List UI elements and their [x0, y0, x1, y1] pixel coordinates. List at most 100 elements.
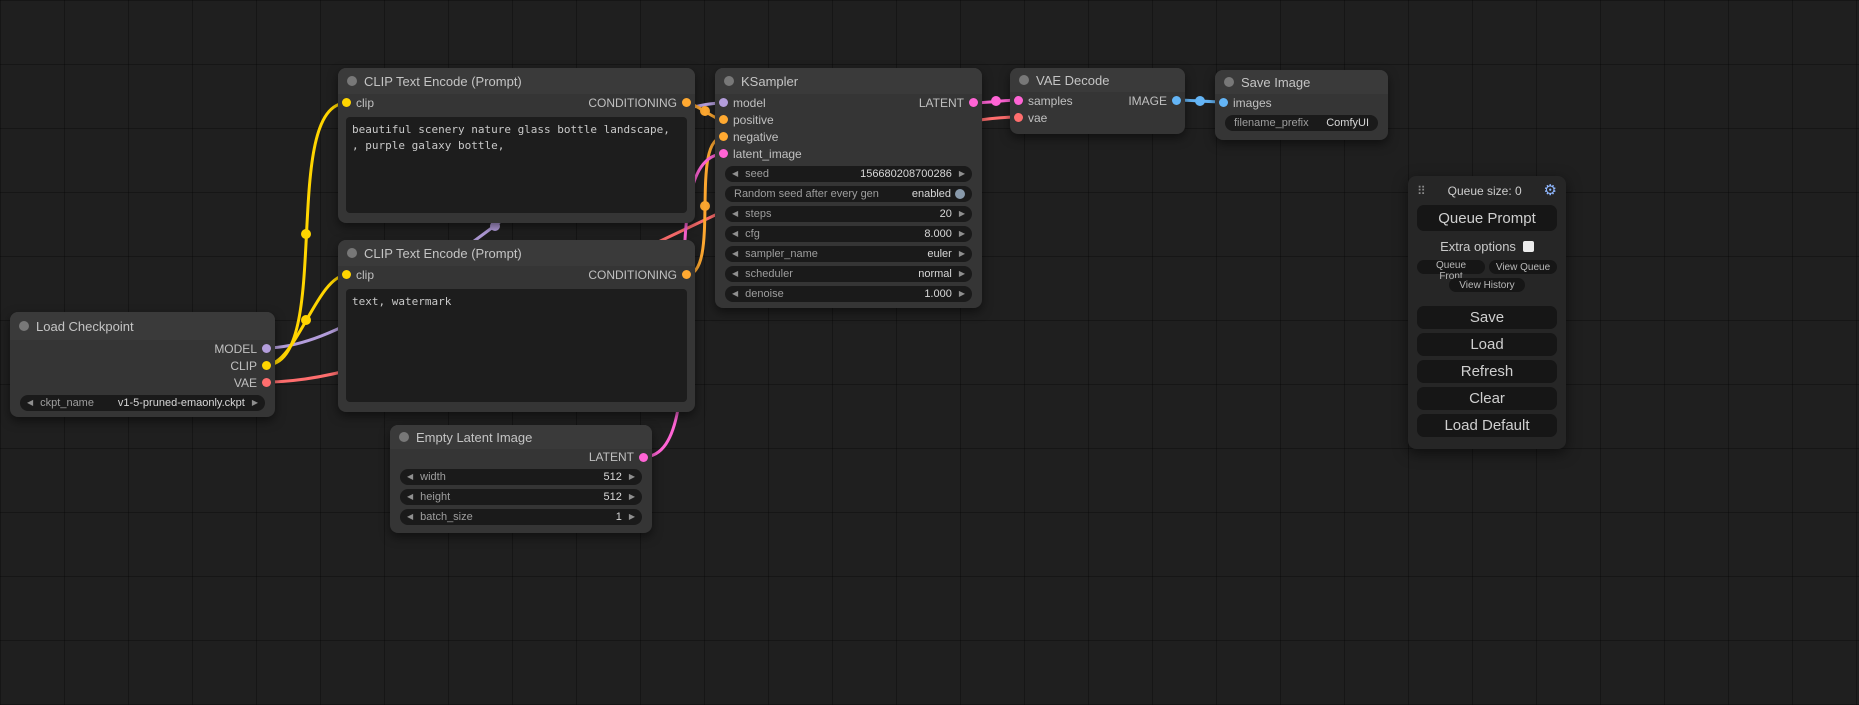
view-queue-button[interactable]: View Queue — [1489, 260, 1557, 274]
save-button[interactable]: Save — [1417, 306, 1557, 329]
images-input-slot[interactable] — [1219, 98, 1228, 107]
increment-arrow-icon[interactable]: ▶ — [252, 399, 258, 407]
node-graph-canvas[interactable]: Load Checkpoint MODEL CLIP VAE ◀ ckpt_na… — [0, 0, 1859, 705]
collapse-dot-icon[interactable] — [1224, 77, 1234, 87]
collapse-dot-icon[interactable] — [399, 432, 409, 442]
node-empty-latent-image[interactable]: Empty Latent Image LATENT ◀ width 512 ▶ … — [390, 425, 652, 533]
widget-value: 156680208700286 — [860, 168, 952, 180]
node-title-bar[interactable]: Load Checkpoint — [10, 312, 275, 340]
node-save-image[interactable]: Save Image images filename_prefix ComfyU… — [1215, 70, 1388, 140]
drag-handle-icon[interactable]: ⠿ — [1417, 184, 1426, 198]
link-dot-negative — [700, 201, 710, 211]
node-title-bar[interactable]: Save Image — [1215, 70, 1388, 94]
samples-input-slot[interactable] — [1014, 96, 1023, 105]
conditioning-output-slot[interactable] — [682, 98, 691, 107]
decrement-arrow-icon[interactable]: ◀ — [407, 493, 413, 501]
decrement-arrow-icon[interactable]: ◀ — [732, 250, 738, 258]
decrement-arrow-icon[interactable]: ◀ — [27, 399, 33, 407]
decrement-arrow-icon[interactable]: ◀ — [732, 170, 738, 178]
node-title-bar[interactable]: Empty Latent Image — [390, 425, 652, 449]
sampler-name-widget[interactable]: ◀ sampler_name euler ▶ — [725, 246, 972, 262]
node-clip-text-encode-negative[interactable]: CLIP Text Encode (Prompt) clip CONDITION… — [338, 240, 695, 412]
increment-arrow-icon[interactable]: ▶ — [959, 250, 965, 258]
denoise-widget[interactable]: ◀ denoise 1.000 ▶ — [725, 286, 972, 302]
clear-button[interactable]: Clear — [1417, 387, 1557, 410]
load-default-button[interactable]: Load Default — [1417, 414, 1557, 437]
increment-arrow-icon[interactable]: ▶ — [959, 230, 965, 238]
widget-name: batch_size — [420, 511, 473, 523]
width-widget[interactable]: ◀ width 512 ▶ — [400, 469, 642, 485]
ckpt-name-widget[interactable]: ◀ ckpt_name v1-5-pruned-emaonly.ckpt ▶ — [20, 395, 265, 411]
slot-row: images — [1215, 94, 1388, 111]
output-label: LATENT — [589, 450, 634, 464]
input-label: negative — [733, 130, 778, 144]
scheduler-widget[interactable]: ◀ scheduler normal ▶ — [725, 266, 972, 282]
cfg-widget[interactable]: ◀ cfg 8.000 ▶ — [725, 226, 972, 242]
queue-front-button[interactable]: Queue Front — [1417, 260, 1485, 274]
latent-image-input-slot[interactable] — [719, 149, 728, 158]
decrement-arrow-icon[interactable]: ◀ — [732, 210, 738, 218]
collapse-dot-icon[interactable] — [347, 76, 357, 86]
image-output-slot[interactable] — [1172, 96, 1181, 105]
queue-prompt-button[interactable]: Queue Prompt — [1417, 205, 1557, 231]
node-title: Save Image — [1241, 75, 1310, 90]
node-title-bar[interactable]: VAE Decode — [1010, 68, 1185, 92]
settings-gear-icon[interactable]: ⚙ — [1544, 183, 1557, 198]
widget-value: normal — [918, 268, 952, 280]
increment-arrow-icon[interactable]: ▶ — [959, 210, 965, 218]
widget-value: 512 — [603, 471, 621, 483]
increment-arrow-icon[interactable]: ▶ — [959, 290, 965, 298]
random-seed-toggle-widget[interactable]: Random seed after every gen enabled — [725, 186, 972, 202]
clip-output-slot[interactable] — [262, 361, 271, 370]
steps-widget[interactable]: ◀ steps 20 ▶ — [725, 206, 972, 222]
toggle-on-dot[interactable] — [955, 189, 965, 199]
node-title-bar[interactable]: CLIP Text Encode (Prompt) — [338, 68, 695, 94]
conditioning-output-slot[interactable] — [682, 270, 691, 279]
clip-input-slot[interactable] — [342, 270, 351, 279]
increment-arrow-icon[interactable]: ▶ — [629, 473, 635, 481]
batch-size-widget[interactable]: ◀ batch_size 1 ▶ — [400, 509, 642, 525]
negative-prompt-textarea[interactable]: text, watermark — [346, 289, 687, 402]
refresh-button[interactable]: Refresh — [1417, 360, 1557, 383]
latent-output-slot[interactable] — [969, 98, 978, 107]
decrement-arrow-icon[interactable]: ◀ — [732, 230, 738, 238]
input-label: images — [1233, 96, 1272, 110]
collapse-dot-icon[interactable] — [1019, 75, 1029, 85]
input-label: samples — [1028, 94, 1073, 108]
node-title: KSampler — [741, 74, 798, 89]
view-history-button[interactable]: View History — [1449, 278, 1525, 292]
filename-prefix-widget[interactable]: filename_prefix ComfyUI — [1225, 115, 1378, 131]
node-title-bar[interactable]: KSampler — [715, 68, 982, 94]
negative-input-slot[interactable] — [719, 132, 728, 141]
node-ksampler[interactable]: KSampler model LATENT positive negative … — [715, 68, 982, 308]
positive-input-slot[interactable] — [719, 115, 728, 124]
vae-output-slot[interactable] — [262, 378, 271, 387]
decrement-arrow-icon[interactable]: ◀ — [732, 270, 738, 278]
model-input-slot[interactable] — [719, 98, 728, 107]
decrement-arrow-icon[interactable]: ◀ — [407, 473, 413, 481]
increment-arrow-icon[interactable]: ▶ — [959, 170, 965, 178]
node-load-checkpoint[interactable]: Load Checkpoint MODEL CLIP VAE ◀ ckpt_na… — [10, 312, 275, 417]
increment-arrow-icon[interactable]: ▶ — [959, 270, 965, 278]
model-output-slot[interactable] — [262, 344, 271, 353]
positive-prompt-textarea[interactable]: beautiful scenery nature glass bottle la… — [346, 117, 687, 213]
increment-arrow-icon[interactable]: ▶ — [629, 513, 635, 521]
collapse-dot-icon[interactable] — [19, 321, 29, 331]
seed-widget[interactable]: ◀ seed 156680208700286 ▶ — [725, 166, 972, 182]
collapse-dot-icon[interactable] — [347, 248, 357, 258]
collapse-dot-icon[interactable] — [724, 76, 734, 86]
latent-output-slot[interactable] — [639, 453, 648, 462]
node-title-bar[interactable]: CLIP Text Encode (Prompt) — [338, 240, 695, 266]
height-widget[interactable]: ◀ height 512 ▶ — [400, 489, 642, 505]
node-clip-text-encode-positive[interactable]: CLIP Text Encode (Prompt) clip CONDITION… — [338, 68, 695, 223]
slot-row: clip CONDITIONING — [338, 94, 695, 111]
node-vae-decode[interactable]: VAE Decode samples IMAGE vae — [1010, 68, 1185, 134]
vae-input-slot[interactable] — [1014, 113, 1023, 122]
decrement-arrow-icon[interactable]: ◀ — [407, 513, 413, 521]
node-title: Empty Latent Image — [416, 430, 532, 445]
load-button[interactable]: Load — [1417, 333, 1557, 356]
extra-options-checkbox[interactable] — [1523, 241, 1534, 252]
clip-input-slot[interactable] — [342, 98, 351, 107]
decrement-arrow-icon[interactable]: ◀ — [732, 290, 738, 298]
increment-arrow-icon[interactable]: ▶ — [629, 493, 635, 501]
